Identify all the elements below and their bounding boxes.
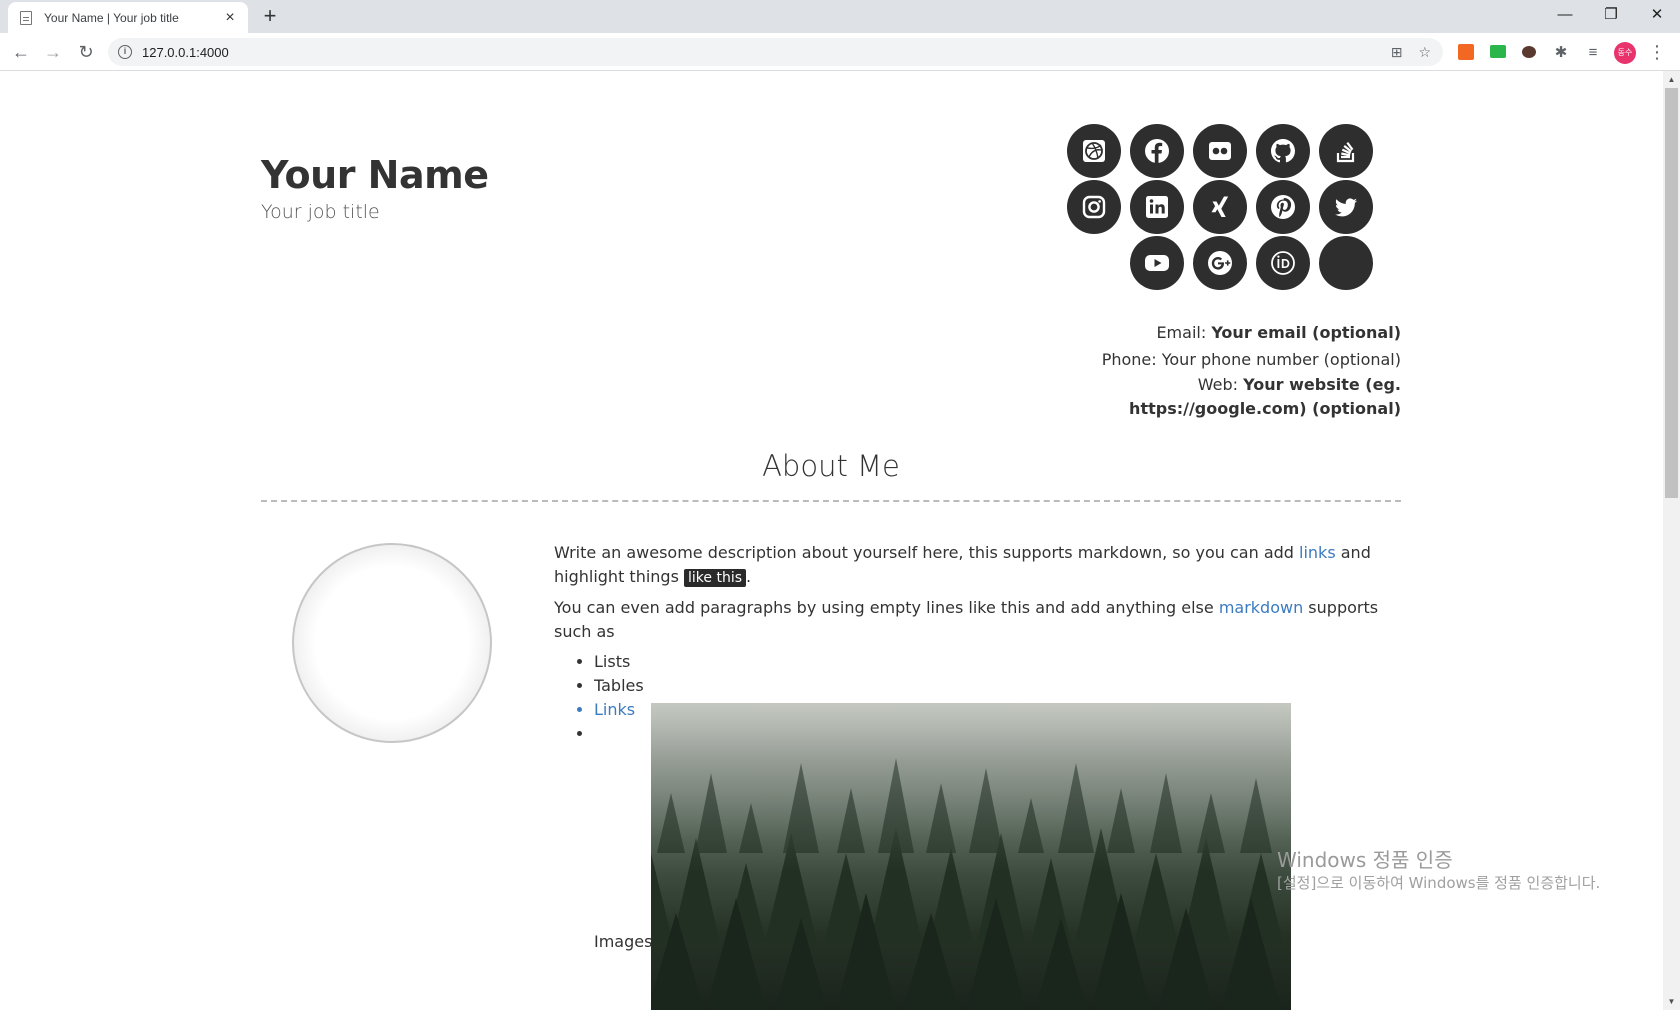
xing-icon[interactable] — [1193, 180, 1247, 234]
windows-activation-text: [설정]으로 이동하여 Windows를 정품 인증합니다. — [1277, 874, 1601, 892]
reading-list-icon[interactable]: ≡ — [1584, 42, 1602, 62]
extension-orange-icon[interactable] — [1458, 44, 1474, 60]
profile-photo — [292, 543, 492, 743]
page-icon — [20, 10, 32, 25]
social-links — [1067, 124, 1407, 304]
minimize-button[interactable]: — — [1542, 0, 1588, 30]
phone-line: Phone: Your phone number (optional) — [1071, 346, 1401, 373]
address-bar[interactable]: i 127.0.0.1:4000 ⊞ ☆ — [108, 38, 1443, 66]
highlight-text: like this — [684, 569, 747, 587]
twitter-icon[interactable] — [1319, 180, 1373, 234]
about-paragraph-2: You can even add paragraphs by using emp… — [554, 598, 1379, 641]
google-plus-icon[interactable] — [1193, 236, 1247, 290]
list-item: Tables — [594, 674, 1401, 698]
browser-tab[interactable]: Your Name | Your job title × — [8, 2, 248, 33]
tab-close-icon[interactable]: × — [222, 9, 238, 26]
contact-info: Email: Your email (optional) Phone: Your… — [1071, 319, 1401, 421]
instagram-icon[interactable] — [1067, 180, 1121, 234]
orcid-icon[interactable] — [1256, 236, 1310, 290]
web-line: Web: Your website (eg. https://google.co… — [1071, 373, 1401, 421]
extensions-puzzle-icon[interactable]: ✱ — [1552, 42, 1570, 62]
list-item: Lists — [594, 650, 1401, 674]
scroll-thumb[interactable] — [1665, 88, 1678, 498]
browser-menu-icon[interactable]: ⋮ — [1648, 42, 1666, 62]
extension-brown-icon[interactable] — [1522, 46, 1536, 58]
scroll-down-icon[interactable]: ▼ — [1663, 993, 1680, 1010]
phone-label: Phone: — [1101, 350, 1157, 369]
windows-activation-title: Windows 정품 인증 — [1277, 848, 1453, 872]
tab-strip: Your Name | Your job title × + — ❐ ✕ — [0, 0, 1680, 33]
restore-button[interactable]: ❐ — [1588, 0, 1634, 30]
facebook-icon[interactable] — [1130, 124, 1184, 178]
pinterest-icon[interactable] — [1256, 180, 1310, 234]
extension-green-icon[interactable] — [1490, 45, 1506, 58]
email-label: Email: — [1156, 323, 1207, 342]
email-line: Email: Your email (optional) — [1071, 319, 1401, 346]
site-info-icon[interactable]: i — [118, 45, 132, 59]
page-content: Your Name Your job title Email: Your ema… — [0, 71, 1663, 1010]
section-divider — [261, 500, 1401, 502]
forward-icon[interactable]: → — [41, 40, 65, 64]
markdown-link[interactable]: markdown — [1219, 598, 1303, 617]
links-link[interactable]: links — [1299, 543, 1336, 562]
dribbble-icon[interactable] — [1067, 124, 1121, 178]
job-title: Your job title — [261, 201, 380, 223]
forest-illustration — [651, 703, 1291, 1010]
youtube-icon[interactable] — [1130, 236, 1184, 290]
forest-image — [651, 703, 1291, 1010]
phone-value: Your phone number (optional) — [1161, 350, 1401, 369]
web-label: Web: — [1197, 375, 1239, 394]
linkedin-icon[interactable] — [1130, 180, 1184, 234]
github-icon[interactable] — [1256, 124, 1310, 178]
about-paragraph-1: Write an awesome description about yours… — [554, 543, 1371, 587]
web-value[interactable]: Your website (eg. https://google.com) (o… — [1129, 375, 1401, 418]
browser-toolbar: ← → ↻ i 127.0.0.1:4000 ⊞ ☆ ✱ ≡ 동수 ⋮ — [0, 33, 1680, 71]
page-title: Your Name — [261, 153, 489, 197]
bookmark-star-icon[interactable]: ☆ — [1418, 44, 1431, 61]
page-scrollbar[interactable]: ▲ ▼ — [1663, 71, 1680, 1010]
reload-icon[interactable]: ↻ — [74, 40, 98, 64]
email-value[interactable]: Your email (optional) — [1211, 323, 1401, 342]
tab-title: Your Name | Your job title — [44, 10, 179, 25]
close-window-button[interactable]: ✕ — [1634, 0, 1680, 30]
profile-avatar[interactable]: 동수 — [1614, 42, 1636, 64]
url-text[interactable]: 127.0.0.1:4000 — [142, 45, 229, 60]
translate-icon[interactable]: ⊞ — [1391, 44, 1403, 61]
section-title-about: About Me — [762, 449, 900, 483]
stackoverflow-icon[interactable] — [1319, 124, 1373, 178]
blank-icon[interactable] — [1319, 236, 1373, 290]
scroll-up-icon[interactable]: ▲ — [1663, 71, 1680, 88]
flickr-icon[interactable] — [1193, 124, 1247, 178]
back-icon[interactable]: ← — [9, 40, 33, 64]
new-tab-button[interactable]: + — [258, 4, 282, 28]
